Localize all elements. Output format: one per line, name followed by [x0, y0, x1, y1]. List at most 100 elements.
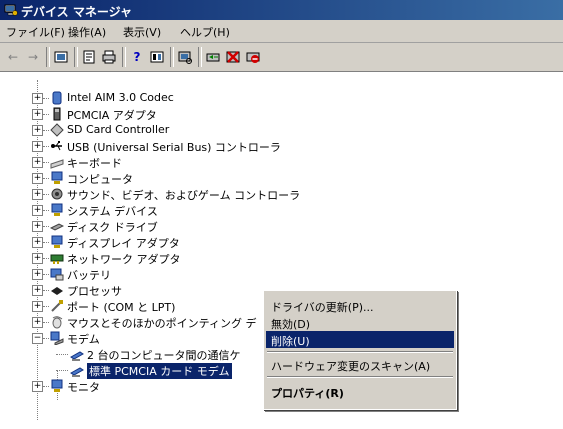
expand-icon[interactable]: +	[32, 141, 43, 152]
tree-item[interactable]: + SD Card Controller	[0, 122, 460, 138]
toolbar: ← → ?	[0, 43, 563, 72]
sound-icon	[51, 188, 63, 200]
disk-drive-icon	[50, 223, 64, 231]
expand-icon[interactable]: +	[32, 285, 43, 296]
tree-item-label: ポート (COM と LPT)	[67, 301, 176, 314]
expand-icon[interactable]: +	[32, 109, 43, 120]
tree-item-label: Intel AIM 3.0 Codec	[67, 91, 174, 104]
expand-icon[interactable]: +	[32, 93, 43, 104]
menu-separator	[267, 376, 453, 378]
toolbar-separator	[74, 47, 78, 67]
toolbar-separator	[198, 47, 202, 67]
scan-icon[interactable]	[176, 48, 194, 66]
expand-icon[interactable]: +	[32, 269, 43, 280]
context-menu: ドライバの更新(P)... 無効(D) 削除(U) ハードウェア変更のスキャン(…	[263, 290, 457, 410]
expand-icon[interactable]: +	[32, 317, 43, 328]
print-icon[interactable]	[100, 48, 118, 66]
port-icon	[51, 300, 63, 312]
tree-item[interactable]: + サウンド、ビデオ、およびゲーム コントローラ	[0, 186, 460, 202]
tree-item[interactable]: + バッテリ	[0, 266, 460, 282]
expand-icon[interactable]: +	[32, 189, 43, 200]
tree-item-label: ディスプレイ アダプタ	[67, 237, 180, 250]
expand-icon[interactable]: +	[32, 237, 43, 248]
update-driver-icon[interactable]	[204, 48, 222, 66]
tree-item-label: コンピュータ	[67, 173, 133, 186]
processor-icon	[51, 287, 63, 295]
tree-item-label: 2 台のコンピュータ間の通信ケ	[87, 349, 241, 362]
expand-icon[interactable]: +	[32, 125, 43, 136]
toolbar-separator	[170, 47, 174, 67]
expand-icon[interactable]: +	[32, 173, 43, 184]
sd-card-icon	[50, 123, 64, 137]
mouse-icon	[52, 316, 63, 329]
toolbar-separator	[122, 47, 126, 67]
battery-icon	[50, 268, 64, 281]
context-menu-update-driver[interactable]: ドライバの更新(P)...	[266, 297, 454, 314]
menu-bar: ファイル(F) 操作(A) 表示(V) ヘルプ(H)	[0, 20, 563, 43]
view-icon[interactable]	[52, 48, 70, 66]
device-manager-icon	[4, 4, 18, 16]
expand-icon[interactable]: +	[32, 205, 43, 216]
tree-item-label: PCMCIA アダプタ	[67, 109, 157, 122]
context-menu-scan-hardware[interactable]: ハードウェア変更のスキャン(A)	[266, 356, 454, 373]
context-menu-properties[interactable]: プロパティ(R)	[266, 383, 454, 400]
usb-icon	[51, 141, 62, 151]
title-bar: デバイス マネージャ	[0, 0, 563, 20]
forward-arrow-icon[interactable]: →	[24, 48, 42, 66]
menu-action[interactable]: 操作(A)	[68, 24, 106, 40]
view2-icon[interactable]	[148, 48, 166, 66]
tree-item[interactable]: + ディスク ドライブ	[0, 218, 460, 234]
context-menu-uninstall[interactable]: 削除(U)	[266, 331, 454, 348]
tree-item-label: USB (Universal Serial Bus) コントローラ	[67, 141, 281, 154]
modem-device-icon	[70, 367, 84, 377]
menu-separator	[267, 351, 453, 353]
tree-item[interactable]: + キーボード	[0, 154, 460, 170]
display-adapter-icon	[51, 235, 63, 248]
tree-item[interactable]: + USB (Universal Serial Bus) コントローラ	[0, 138, 460, 154]
audio-device-icon	[52, 91, 62, 105]
expand-icon[interactable]: +	[32, 381, 43, 392]
menu-help[interactable]: ヘルプ(H)	[180, 24, 230, 40]
tree-item-label: モデム	[67, 333, 100, 346]
tree-item-label: SD Card Controller	[67, 123, 170, 136]
keyboard-icon	[50, 159, 64, 169]
tree-item-label: サウンド、ビデオ、およびゲーム コントローラ	[67, 189, 301, 202]
expand-icon[interactable]: +	[32, 253, 43, 264]
tree-item[interactable]: + システム デバイス	[0, 202, 460, 218]
tree-item[interactable]: + コンピュータ	[0, 170, 460, 186]
menu-view[interactable]: 表示(V)	[123, 24, 161, 40]
modem-icon	[50, 331, 64, 345]
context-menu-disable[interactable]: 無効(D)	[266, 314, 454, 331]
expand-icon[interactable]: +	[32, 301, 43, 312]
tree-item-label: モニタ	[67, 381, 100, 394]
tree-item-label: システム デバイス	[67, 205, 158, 218]
disable-icon[interactable]	[244, 48, 262, 66]
system-device-icon	[51, 203, 63, 216]
network-adapter-icon	[50, 254, 64, 264]
modem-device-icon	[70, 351, 84, 361]
tree-item[interactable]: + ネットワーク アダプタ	[0, 250, 460, 266]
tree-item-label: ディスク ドライブ	[67, 221, 158, 234]
expand-icon[interactable]: +	[32, 157, 43, 168]
tree-item-label: ネットワーク アダプタ	[67, 253, 181, 266]
tree-item-label: プロセッサ	[67, 285, 122, 298]
uninstall-icon[interactable]	[224, 48, 242, 66]
menu-file[interactable]: ファイル(F)	[6, 24, 65, 40]
back-arrow-icon[interactable]: ←	[4, 48, 22, 66]
toolbar-separator	[46, 47, 50, 67]
expand-icon[interactable]: +	[32, 221, 43, 232]
window-title: デバイス マネージャ	[21, 5, 132, 19]
pcmcia-icon	[53, 107, 61, 121]
collapse-icon[interactable]: −	[32, 333, 43, 344]
monitor-icon	[51, 379, 63, 392]
tree-item[interactable]: + ディスプレイ アダプタ	[0, 234, 460, 250]
tree-item-label: バッテリ	[67, 269, 111, 282]
help-icon[interactable]: ?	[128, 48, 146, 66]
tree-item-label: マウスとそのほかのポインティング デ	[67, 317, 257, 330]
tree-item[interactable]: + Intel AIM 3.0 Codec	[0, 90, 460, 106]
properties-icon[interactable]	[80, 48, 98, 66]
tree-item-label: キーボード	[67, 157, 122, 170]
tree-item-label: 標準 PCMCIA カード モデム	[87, 363, 232, 379]
tree-item[interactable]: + PCMCIA アダプタ	[0, 106, 460, 122]
computer-icon	[51, 171, 63, 184]
